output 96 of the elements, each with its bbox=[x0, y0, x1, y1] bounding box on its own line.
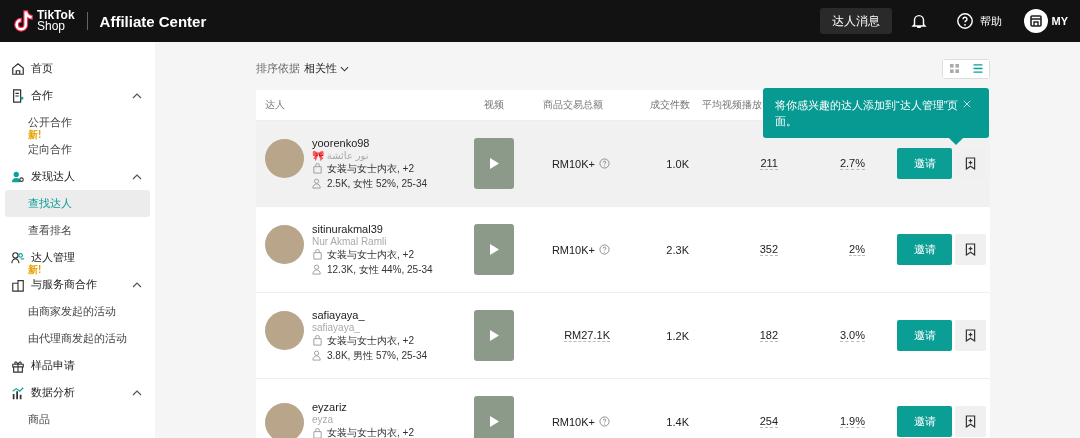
units-value: 1.2K bbox=[666, 329, 689, 342]
display-name: safiayaya_ bbox=[312, 321, 361, 333]
username[interactable]: yoorenko98 bbox=[312, 136, 428, 149]
category-text: 女装与女士内衣, +2 bbox=[327, 333, 414, 348]
new-label: 新! bbox=[28, 265, 42, 274]
sort-dropdown[interactable]: 相关性 bbox=[304, 61, 349, 76]
audience-text: 3.8K, 男性 57%, 25-34 bbox=[327, 348, 428, 363]
audience-text: 12.3K, 女性 44%, 25-34 bbox=[327, 262, 433, 277]
new-label: 新! bbox=[28, 130, 42, 139]
video-thumbnail[interactable] bbox=[474, 224, 514, 275]
views-value: 182 bbox=[759, 329, 778, 342]
chevron-icon bbox=[340, 65, 349, 72]
nav-item[interactable]: 发现达人 bbox=[0, 163, 155, 190]
rate-value: 2.7% bbox=[839, 157, 865, 170]
bar-chart-icon bbox=[11, 385, 25, 400]
views-value: 352 bbox=[759, 243, 778, 256]
category-text: 女装与女士内衣, +2 bbox=[327, 426, 414, 438]
logo-text: TikTok bbox=[37, 10, 75, 21]
nav-item[interactable]: 首页 bbox=[0, 55, 155, 82]
bag-icon bbox=[312, 427, 323, 438]
username[interactable]: eyzariz bbox=[312, 401, 414, 413]
display-name: eyza bbox=[312, 414, 335, 425]
shop-avatar-icon[interactable] bbox=[1023, 9, 1048, 33]
people-icon bbox=[312, 350, 323, 361]
person-icon bbox=[11, 169, 25, 184]
nav-subitem[interactable]: 由商家发起的活动 bbox=[5, 298, 150, 325]
people-icon bbox=[312, 264, 323, 275]
app-title: Affiliate Center bbox=[99, 12, 207, 30]
column-header: 平均视频播放 bbox=[702, 98, 762, 112]
avatar-placeholder bbox=[265, 224, 304, 264]
gmv-value: RM10K+ bbox=[551, 415, 595, 428]
people-icon bbox=[11, 250, 25, 265]
building-icon bbox=[11, 277, 25, 292]
category-text: 女装与女士内衣, +2 bbox=[327, 161, 414, 176]
home-icon bbox=[11, 61, 25, 76]
music-note-logo-icon bbox=[12, 9, 34, 33]
bookmark-button[interactable] bbox=[955, 406, 986, 437]
audience-text: 2.5K, 女性 52%, 25-34 bbox=[327, 176, 428, 191]
people-icon bbox=[312, 178, 323, 189]
column-header: 达人 bbox=[265, 98, 285, 112]
bookmark-button[interactable] bbox=[955, 320, 986, 351]
bookmark-icon bbox=[965, 329, 976, 342]
column-header: 视频 bbox=[484, 98, 504, 112]
units-value: 2.3K bbox=[666, 243, 689, 256]
avatar-placeholder bbox=[265, 403, 304, 438]
help-icon[interactable] bbox=[599, 244, 610, 255]
nav-subitem[interactable]: 查看排名 bbox=[5, 217, 150, 244]
bookmark-icon bbox=[965, 243, 976, 256]
list-icon bbox=[972, 64, 983, 73]
views-value: 211 bbox=[760, 157, 778, 170]
logo-text: Shop bbox=[37, 21, 67, 32]
avatar-placeholder bbox=[265, 310, 304, 350]
avatar-placeholder bbox=[265, 138, 304, 178]
help-icon[interactable] bbox=[599, 416, 610, 427]
bag-icon bbox=[312, 249, 323, 260]
nav-item[interactable]: 数据分析 bbox=[0, 379, 155, 406]
nav-item[interactable]: 样品申请 bbox=[0, 352, 155, 379]
bag-icon bbox=[312, 335, 323, 346]
rate-value: 1.9% bbox=[839, 415, 865, 428]
messages-button[interactable]: 达人消息 bbox=[819, 8, 892, 34]
close-icon[interactable] bbox=[963, 100, 971, 108]
rate-value: 3.0% bbox=[839, 329, 865, 342]
video-thumbnail[interactable] bbox=[474, 138, 514, 189]
tooltip-text: 将你感兴趣的达人添加到“达人管理”页面。 bbox=[775, 98, 960, 129]
help-link[interactable]: 帮助 bbox=[955, 12, 1002, 30]
bookmark-icon bbox=[965, 157, 976, 170]
gmv-value: RM10K+ bbox=[551, 157, 595, 170]
views-value: 254 bbox=[759, 415, 778, 428]
bookmark-button[interactable] bbox=[955, 234, 986, 265]
help-icon[interactable] bbox=[599, 158, 610, 169]
column-header: 商品交易总额 bbox=[543, 98, 603, 112]
username[interactable]: sitinurakmal39 bbox=[312, 222, 433, 235]
bag-icon bbox=[312, 163, 323, 174]
gmv-value: RM10K+ bbox=[551, 243, 595, 256]
gmv-value: RM27.1K bbox=[564, 329, 610, 342]
nav-subitem[interactable]: 由代理商发起的活动 bbox=[5, 325, 150, 352]
username[interactable]: safiayaya_ bbox=[312, 308, 428, 321]
bell-icon[interactable] bbox=[909, 12, 928, 30]
help-icon bbox=[955, 12, 974, 30]
nav-item[interactable]: 合作 bbox=[0, 82, 155, 109]
column-header: 成交件数 bbox=[650, 98, 690, 112]
grid-icon bbox=[950, 64, 959, 73]
account-label: MY bbox=[1051, 15, 1068, 27]
gift-icon bbox=[11, 358, 25, 373]
bookmark-icon bbox=[965, 415, 976, 428]
units-value: 1.0K bbox=[666, 157, 689, 170]
sort-label: 排序依据 bbox=[256, 61, 300, 76]
category-text: 女装与女士内衣, +2 bbox=[327, 247, 414, 262]
units-value: 1.4K bbox=[666, 415, 689, 428]
video-thumbnail[interactable] bbox=[474, 396, 514, 438]
rate-value: 2% bbox=[849, 243, 865, 256]
display-name: Nur Akmal Ramli bbox=[312, 235, 388, 247]
display-name: 🎀 نور عائشة bbox=[312, 149, 370, 161]
nav-subitem[interactable]: 商品 bbox=[5, 406, 150, 433]
video-thumbnail[interactable] bbox=[474, 310, 514, 361]
document-icon bbox=[11, 88, 25, 103]
